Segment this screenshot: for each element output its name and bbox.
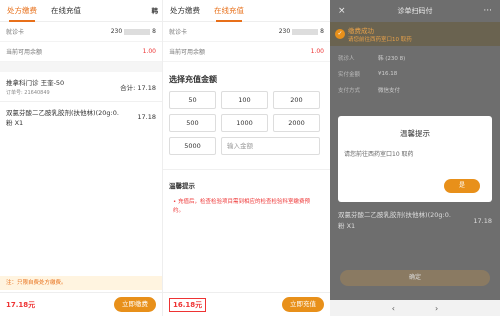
back-icon[interactable]: ‹ bbox=[392, 304, 395, 313]
patient-name: 韩 bbox=[151, 7, 159, 15]
amount-option[interactable]: 100 bbox=[221, 91, 268, 109]
tab-prescription-payment[interactable]: 处方缴费 bbox=[0, 0, 44, 22]
amount-grid: 50 100 200 500 1000 2000 5000 输入金额 bbox=[163, 91, 330, 155]
modal-ok-button[interactable]: 是 bbox=[444, 179, 480, 193]
drug-name: 双氯芬酸二乙胺乳胶剂(扶他林)(20g:0. bbox=[6, 109, 119, 117]
recharge-amount: 16.18元 bbox=[169, 297, 207, 312]
pay-amount: 17.18元 bbox=[6, 300, 36, 309]
tab-prescription-payment[interactable]: 处方缴费 bbox=[163, 0, 207, 22]
check-icon: ✓ bbox=[335, 29, 345, 39]
forward-icon[interactable]: › bbox=[435, 304, 438, 313]
more-icon[interactable]: ··· bbox=[483, 0, 492, 22]
tips-text: • 充值后，检查检验项目需到相应的检查检验科室缴费预约。 bbox=[173, 199, 311, 214]
prescription-total: 合计: 17.18 bbox=[120, 84, 156, 92]
recharge-now-button[interactable]: 立即充值 bbox=[282, 297, 324, 312]
confirm-button[interactable]: 确定 bbox=[340, 270, 490, 286]
amount-option[interactable]: 1000 bbox=[221, 114, 268, 132]
divider bbox=[0, 62, 162, 72]
close-icon[interactable]: × bbox=[338, 0, 346, 22]
prescription-item[interactable]: 推拿科门诊 王奎-50 订单号: 21640849 合计: 17.18 bbox=[0, 72, 162, 102]
header-title: 诊单扫码付 bbox=[397, 7, 433, 15]
scan-pay-panel: × 诊单扫码付 ··· ✓ 缴费成功 请您前往西药室口10 取药 就诊人韩 (2… bbox=[330, 0, 500, 316]
balance-label: 当前可用余额 bbox=[169, 49, 206, 56]
balance-value: 1.00 bbox=[310, 48, 324, 55]
amount-option[interactable]: 2000 bbox=[273, 114, 320, 132]
detail-row: 实付金额 ¥16.18 bbox=[338, 71, 398, 78]
payment-details: 就诊人韩 (230 8) 实付金额 ¥16.18 支付方式 微信支付 bbox=[330, 46, 500, 98]
pay-now-button[interactable]: 立即缴费 bbox=[114, 297, 156, 312]
card-number: 230 8 bbox=[278, 28, 324, 35]
modal-body: 请您前往西药室口10 取药 bbox=[344, 151, 414, 158]
drug-item: 双氯芬酸二乙胺乳胶剂(扶他林)(20g:0. 粉 X1 17.18 bbox=[0, 102, 162, 134]
online-recharge-panel: 处方缴费 在线充值 就诊卡 230 8 当前可用余额 1.00 选择充值金额 50… bbox=[163, 0, 330, 316]
bottom-bar: 16.18元 立即充值 bbox=[163, 292, 330, 316]
card-label: 就诊卡 bbox=[6, 29, 25, 36]
success-subtitle: 请您前往西药室口10 取药 bbox=[348, 37, 412, 43]
drug-item: 双氯芬酸二乙胺乳胶剂(扶他林)(20g:0. 粉 X1 17.18 bbox=[330, 210, 500, 232]
tab-online-recharge[interactable]: 在线充值 bbox=[44, 0, 88, 22]
balance-label: 当前可用余额 bbox=[6, 49, 43, 56]
tab-bar: 处方缴费 在线充值 韩 bbox=[0, 0, 162, 22]
browser-nav-bar: ‹ › bbox=[330, 300, 500, 316]
amount-option[interactable]: 200 bbox=[273, 91, 320, 109]
card-row[interactable]: 就诊卡 230 8 bbox=[163, 22, 330, 42]
success-title: 缴费成功 bbox=[348, 27, 374, 35]
card-row[interactable]: 就诊卡 230 8 bbox=[0, 22, 162, 42]
amount-option[interactable]: 500 bbox=[169, 114, 216, 132]
detail-row: 支付方式 微信支付 bbox=[338, 88, 401, 94]
bottom-bar: 17.18元 立即缴费 bbox=[0, 292, 162, 316]
success-banner: ✓ 缴费成功 请您前往西药室口10 取药 bbox=[330, 22, 500, 46]
prescription-payment-panel: 处方缴费 在线充值 韩 就诊卡 230 8 当前可用余额 1.00 推拿科门诊 王… bbox=[0, 0, 163, 316]
tips-title: 温馨提示 bbox=[163, 169, 330, 194]
card-label: 就诊卡 bbox=[169, 29, 188, 36]
header: × 诊单扫码付 ··· bbox=[330, 0, 500, 22]
balance-row: 当前可用余额 1.00 bbox=[163, 42, 330, 62]
tab-online-recharge[interactable]: 在线充值 bbox=[207, 0, 251, 22]
notice-bar: 注：只限自费处方缴费。 bbox=[0, 276, 162, 290]
drug-qty: 粉 X1 bbox=[6, 119, 24, 127]
balance-row: 当前可用余额 1.00 bbox=[0, 42, 162, 62]
drug-price: 17.18 bbox=[137, 113, 156, 121]
modal-title: 温馨提示 bbox=[400, 129, 430, 138]
card-number: 230 8 bbox=[110, 28, 156, 35]
amount-option[interactable]: 50 bbox=[169, 91, 216, 109]
amount-option[interactable]: 5000 bbox=[169, 137, 216, 155]
detail-row: 就诊人韩 (230 8) bbox=[338, 56, 406, 62]
drug-price: 17.18 bbox=[473, 217, 492, 225]
tip-modal: 温馨提示 请您前往西药室口10 取药 是 bbox=[338, 116, 492, 202]
custom-amount-input[interactable]: 输入金额 bbox=[221, 137, 320, 155]
balance-value: 1.00 bbox=[142, 48, 156, 55]
tab-bar: 处方缴费 在线充值 bbox=[163, 0, 330, 22]
select-amount-title: 选择充值金额 bbox=[169, 75, 217, 84]
